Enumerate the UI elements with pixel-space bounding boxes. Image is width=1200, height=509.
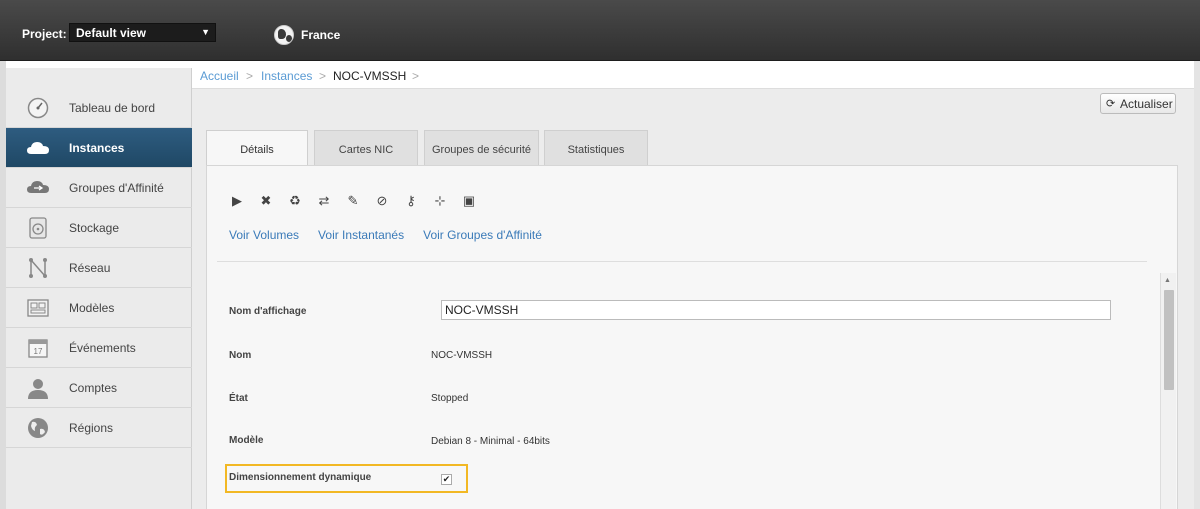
display-name-input[interactable] [441,300,1111,320]
breadcrumb-separator: > [319,69,327,83]
reset-password-icon[interactable]: ⚷ [401,191,421,211]
start-icon[interactable]: ▶ [227,191,247,211]
view-volumes-link[interactable]: Voir Volumes [229,228,299,242]
sidebar-item-storage[interactable]: Stockage [6,208,192,248]
sidebar-item-label: Stockage [69,221,120,235]
dynamic-scaling-checkbox[interactable]: ✔ [441,474,452,485]
calendar-icon: 17 [28,339,48,358]
console-icon[interactable]: ▣ [459,191,479,211]
project-select[interactable]: Default view ▼ [69,23,216,42]
sidebar-item-events[interactable]: 17 Événements [6,328,192,368]
user-icon [28,379,48,399]
tab-nic-cards[interactable]: Cartes NIC [314,130,418,165]
sidebar-item-dashboard[interactable]: Tableau de bord [6,88,192,128]
details-panel: ▶ ✖ ♻ ⇄ ✎ ⊘ ⚷ ⊹ ▣ Voir Volumes Voir Inst… [206,165,1178,509]
attach-iso-icon[interactable]: ⊘ [372,191,392,211]
globe-icon [28,418,48,438]
project-select-value: Default view [76,26,147,40]
tab-security-groups[interactable]: Groupes de sécurité [424,130,539,165]
tab-statistics[interactable]: Statistiques [544,130,648,165]
cloud-icon [27,142,49,154]
dashboard-icon [27,97,49,119]
action-toolbar: ▶ ✖ ♻ ⇄ ✎ ⊘ ⚷ ⊹ ▣ [227,191,479,211]
display-name-label: Nom d'affichage [229,306,307,317]
name-value: NOC-VMSSH [431,350,493,361]
details-list: Nom d'affichage Nom NOC-VMSSH État Stopp… [217,271,1162,509]
sidebar-item-label: Instances [69,141,125,155]
sidebar-item-label: Comptes [69,381,118,395]
template-value: Debian 8 - Minimal - 64bits [431,436,550,447]
refresh-icon: ⟳ [1106,98,1116,110]
destroy-icon[interactable]: ✖ [256,191,276,211]
tab-details[interactable]: Détails [206,130,308,167]
breadcrumb-home-link[interactable]: Accueil [200,69,239,83]
sidebar-item-regions[interactable]: Régions [6,408,192,448]
tab-label: Cartes NIC [338,144,394,156]
sidebar-item-label: Groupes d'Affinité [69,181,164,195]
main-content: Accueil > Instances > NOC-VMSSH > ⟳ Actu… [192,61,1200,509]
sidebar-item-network[interactable]: Réseau [6,248,192,288]
breadcrumb-separator: > [246,69,254,83]
sidebar: Tableau de bord Instances Groupes d'Affi… [6,68,192,509]
sidebar-item-label: Événements [69,341,136,355]
migrate-icon[interactable]: ⇄ [314,191,334,211]
view-affinity-groups-link[interactable]: Voir Groupes d'Affinité [423,228,542,242]
scroll-up-icon[interactable]: ▲ [1164,277,1171,284]
chevron-down-icon: ▼ [201,27,210,37]
affinity-icon [27,181,49,193]
network-icon [29,258,47,278]
refresh-label: Actualiser [1120,97,1173,111]
breadcrumb-current: NOC-VMSSH [333,69,407,83]
tab-label: Groupes de sécurité [431,144,532,156]
breadcrumb-separator: > [412,69,420,83]
right-edge [1194,61,1200,509]
tab-label: Détails [240,144,274,156]
sidebar-item-affinity-groups[interactable]: Groupes d'Affinité [6,168,192,208]
scrollbar-thumb[interactable] [1164,290,1174,390]
tab-label: Statistiques [567,144,625,156]
template-label: Modèle [229,435,264,446]
scale-icon[interactable]: ⊹ [430,191,450,211]
refresh-button[interactable]: ⟳ Actualiser [1100,93,1176,114]
storage-icon [29,217,47,239]
breadcrumb-instances-link[interactable]: Instances [261,69,312,83]
sidebar-item-label: Réseau [69,261,111,275]
sidebar-item-accounts[interactable]: Comptes [6,368,192,408]
sidebar-item-instances[interactable]: Instances [6,128,192,168]
sidebar-item-label: Tableau de bord [69,101,156,115]
breadcrumb: Accueil > Instances > NOC-VMSSH > [192,61,1200,89]
sidebar-item-label: Régions [69,421,114,435]
globe-icon [274,25,294,45]
dynamic-scaling-label: Dimensionnement dynamique [229,472,372,483]
divider [217,261,1147,262]
sidebar-item-label: Modèles [69,301,115,315]
details-scrollbar[interactable]: ▲ [1160,273,1176,509]
view-links: Voir Volumes Voir Instantanés Voir Group… [229,228,542,242]
recycle-icon[interactable]: ♻ [285,191,305,211]
sidebar-item-templates[interactable]: Modèles [6,288,192,328]
zone-selector[interactable]: France [274,25,340,45]
edit-icon[interactable]: ✎ [343,191,363,211]
project-label: Project: [22,27,67,41]
top-bar: Project: Default view ▼ France [0,0,1200,61]
state-label: État [229,393,248,404]
zone-label: France [301,28,341,42]
state-value: Stopped [431,393,469,404]
view-snapshots-link[interactable]: Voir Instantanés [318,228,404,242]
svg-text:17: 17 [34,347,43,356]
templates-icon [27,299,49,317]
name-label: Nom [229,350,252,361]
